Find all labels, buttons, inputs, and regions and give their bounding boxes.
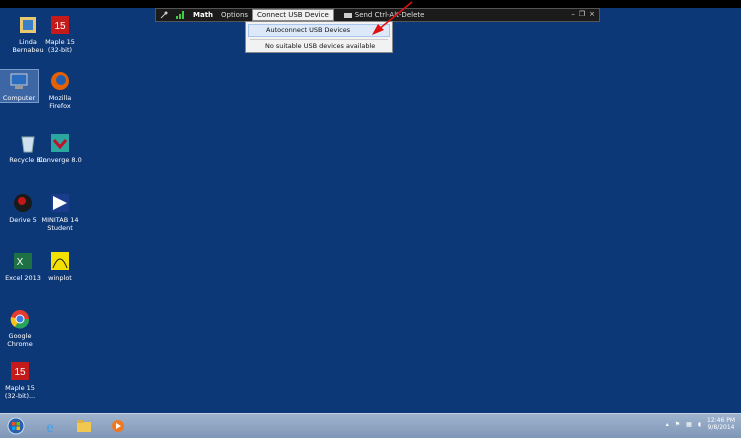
session-title: Math (193, 11, 214, 19)
start-button[interactable] (2, 416, 30, 436)
desktop-icon-maple-15-shortcut[interactable]: 15 Maple 15 (32-bit)... (0, 360, 48, 400)
volume-icon[interactable]: ◖ (698, 421, 701, 428)
firefox-icon (49, 70, 71, 92)
svg-text:X: X (17, 257, 24, 268)
minitab-icon (49, 192, 71, 214)
connect-usb-device-button[interactable]: Connect USB Device (252, 9, 334, 21)
desktop-icon-mozilla-firefox[interactable]: Mozilla Firefox (32, 70, 88, 110)
taskbar: e ▴ ⚑ ▦ ◖ 12:46 PM 9/8/2014 (0, 413, 741, 438)
clock-date: 9/8/2014 (707, 424, 735, 431)
desktop-icon-minitab[interactable]: MINITAB 14 Student (32, 192, 88, 232)
network-icon[interactable]: ▦ (686, 421, 692, 428)
desktop-icon-maple-15[interactable]: 15 Maple 15 (32-bit) (32, 14, 88, 54)
folder-icon (77, 420, 91, 432)
show-hidden-icons-icon[interactable]: ▴ (666, 421, 669, 428)
desktop-icon-label: Mozilla Firefox (48, 94, 72, 110)
connection-quality-icon (172, 9, 189, 21)
taskbar-internet-explorer[interactable]: e (36, 416, 64, 436)
desktop-icon-label: Google Chrome (7, 332, 33, 348)
clock[interactable]: 12:46 PM 9/8/2014 (707, 417, 735, 431)
options-menu[interactable]: Options (217, 9, 252, 21)
desktop-icon-google-chrome[interactable]: Google Chrome (0, 308, 48, 348)
desktop-background (0, 0, 748, 438)
restore-button[interactable]: ❐ (579, 10, 585, 18)
computer-icon (8, 70, 30, 92)
chrome-icon (9, 308, 31, 330)
taskbar-file-explorer[interactable] (70, 416, 98, 436)
maple-leaf-icon: 15 (49, 14, 71, 36)
minimize-button[interactable]: – (571, 10, 575, 18)
annotation-arrow-icon (372, 1, 413, 35)
winplot-icon (49, 250, 71, 272)
desktop-icon-winplot[interactable]: winplot (32, 250, 88, 282)
windows-logo-icon (7, 417, 25, 435)
keyboard-icon (343, 13, 352, 18)
clock-time: 12:46 PM (707, 417, 735, 424)
desktop-icon-label: winplot (48, 274, 72, 282)
media-player-icon (112, 420, 124, 432)
svg-text:e: e (46, 419, 53, 435)
desktop-icon-label: Maple 15 (32-bit)... (4, 384, 36, 400)
desktop-icon-label: Maple 15 (32-bit) (45, 38, 75, 54)
no-usb-devices-item: No suitable USB devices available (265, 42, 376, 50)
svg-text:15: 15 (54, 21, 66, 32)
system-tray: ▴ ⚑ ▦ ◖ 12:46 PM 9/8/2014 (666, 417, 735, 431)
desktop-icon-converge[interactable]: Converge 8.0 (32, 132, 88, 164)
converge-icon (49, 132, 71, 154)
svg-text:15: 15 (14, 367, 26, 378)
internet-explorer-icon: e (46, 419, 53, 435)
close-button[interactable]: × (589, 10, 595, 18)
right-edge-strip (741, 0, 748, 438)
action-center-flag-icon[interactable]: ⚑ (675, 421, 680, 428)
pin-icon[interactable] (156, 9, 172, 21)
desktop-icon-label: MINITAB 14 Student (41, 216, 79, 232)
taskbar-media-player[interactable] (104, 416, 132, 436)
excel-icon: X (12, 250, 34, 272)
desktop-icon-label: Converge 8.0 (38, 156, 82, 164)
maple-leaf-icon: 15 (9, 360, 31, 382)
derive-icon (12, 192, 34, 214)
